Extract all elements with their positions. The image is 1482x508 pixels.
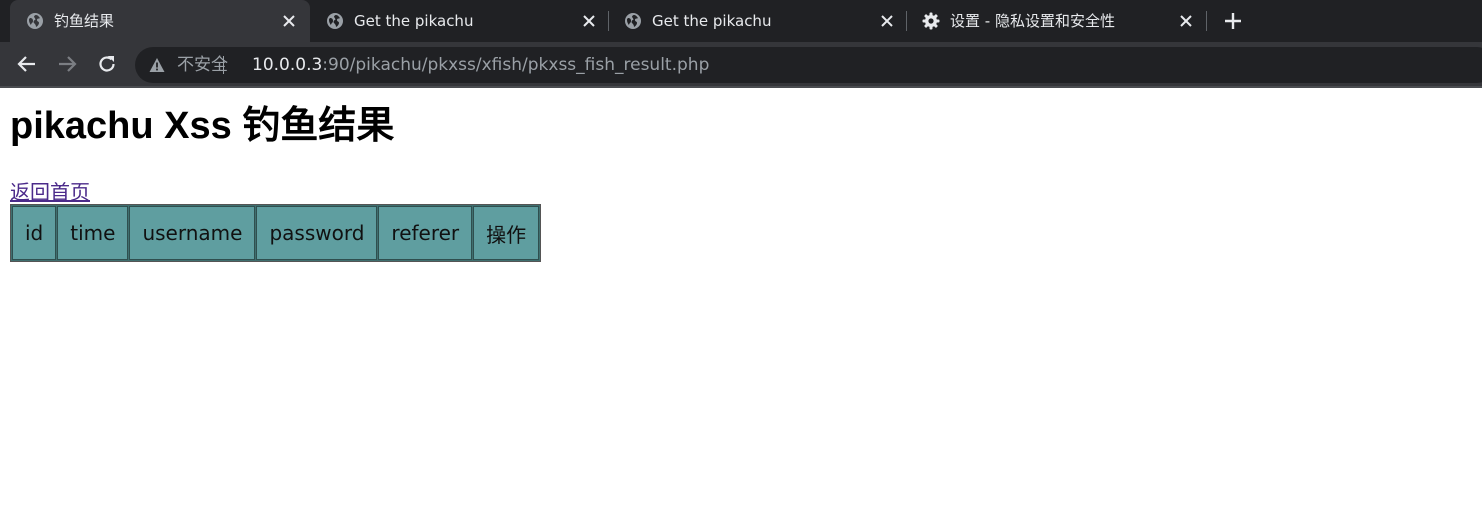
new-tab-button[interactable] — [1221, 9, 1245, 33]
home-link[interactable]: 返回首页 — [10, 180, 90, 204]
tab-settings-privacy[interactable]: 设置 - 隐私设置和安全性 — [906, 0, 1206, 42]
tab-separator — [1206, 11, 1207, 31]
column-header-password: password — [256, 206, 378, 260]
tab-close-button[interactable] — [280, 12, 298, 30]
address-divider — [223, 56, 224, 74]
url-path: :90/pikachu/pkxss/xfish/pkxss_fish_resul… — [322, 55, 710, 75]
reload-button[interactable] — [96, 53, 118, 75]
reload-icon — [99, 56, 115, 72]
globe-icon — [27, 13, 43, 29]
forward-button[interactable] — [56, 53, 78, 75]
column-header-time: time — [57, 206, 129, 260]
gear-icon — [922, 12, 940, 30]
tab-title: 钓鱼结果 — [54, 12, 115, 30]
arrow-right-icon — [59, 56, 77, 72]
close-icon — [283, 15, 295, 27]
url-host: 10.0.0.3 — [252, 55, 323, 75]
tab-title: Get the pikachu — [652, 12, 772, 30]
tab-title: Get the pikachu — [354, 12, 474, 30]
warning-icon — [149, 58, 165, 72]
globe-icon — [327, 13, 343, 29]
close-icon — [583, 15, 595, 27]
tab-close-button[interactable] — [878, 12, 896, 30]
tab-fish-result[interactable]: 钓鱼结果 — [10, 0, 310, 42]
table-header-row: id time username password referer 操作 — [12, 206, 540, 260]
back-button[interactable] — [16, 53, 38, 75]
column-header-referer: referer — [378, 206, 473, 260]
page-content: pikachu Xss 钓鱼结果 返回首页 id time username p… — [0, 88, 1482, 508]
result-table: id time username password referer 操作 — [10, 204, 542, 262]
tab-close-button[interactable] — [580, 12, 598, 30]
tab-close-button[interactable] — [1177, 12, 1195, 30]
security-label[interactable]: 不安全 — [177, 55, 228, 75]
close-icon — [881, 15, 893, 27]
plus-icon — [1225, 13, 1241, 29]
arrow-left-icon — [17, 56, 35, 72]
tab-get-the-pikachu-1[interactable]: Get the pikachu — [310, 0, 608, 42]
page-title: pikachu Xss 钓鱼结果 — [10, 105, 395, 147]
column-header-id: id — [12, 206, 57, 260]
globe-icon — [625, 13, 641, 29]
tab-title: 设置 - 隐私设置和安全性 — [950, 12, 1115, 30]
browser-toolbar: 不安全 10.0.0.3:90/pikachu/pkxss/xfish/pkxs… — [0, 42, 1482, 88]
url-text[interactable]: 10.0.0.3:90/pikachu/pkxss/xfish/pkxss_fi… — [252, 55, 709, 75]
address-bar[interactable]: 不安全 10.0.0.3:90/pikachu/pkxss/xfish/pkxs… — [135, 47, 1482, 83]
tab-strip: 钓鱼结果 Get the pikachu Get the pikachu 设置 … — [0, 0, 1482, 42]
close-icon — [1180, 15, 1192, 27]
tab-get-the-pikachu-2[interactable]: Get the pikachu — [608, 0, 906, 42]
column-header-username: username — [129, 206, 256, 260]
column-header-action: 操作 — [473, 206, 540, 260]
